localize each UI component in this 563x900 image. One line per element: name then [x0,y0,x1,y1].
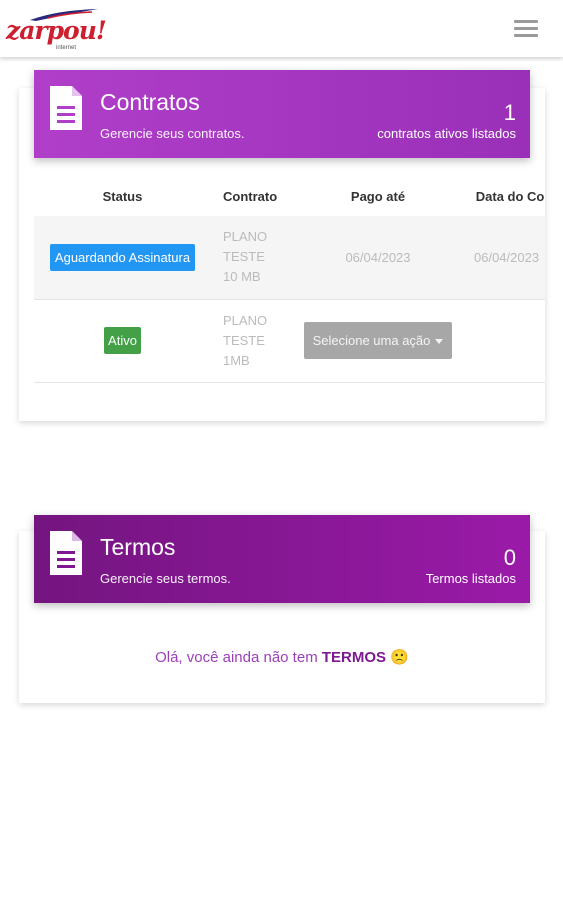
termos-card: Termos Gerencie seus termos. 0 Termos li… [19,515,545,703]
column-header-pago-ate: Pago até [350,188,406,204]
document-icon [50,531,82,575]
zarpou-logo[interactable]: zarpou! internet [6,8,107,52]
contratos-count-label: contratos ativos listados [377,126,516,141]
column-header-data-contrato: Data do Contrato [475,188,545,204]
contratos-card: Contratos Gerencie seus contratos. 1 con… [19,70,545,421]
plan-line: PLANO [223,229,268,245]
plan-line: TESTE [223,249,265,265]
table-row[interactable]: Ativo PLANO TESTE 1MB Selecione uma ação [34,299,545,383]
plan-line: 1MB [223,352,250,368]
column-header-contrato: Contrato [223,188,278,204]
status-cell: Aguardando Assinatura [34,216,211,300]
action-select-dropdown[interactable]: Selecione uma ação [303,322,453,359]
table-row[interactable]: Aguardando Assinatura PLANO TESTE 10 MB … [34,216,545,300]
plan-cell: PLANO TESTE 1MB [211,299,293,383]
contract-date-cell [463,299,545,383]
contratos-title: Contratos [100,89,200,115]
termos-empty-message: Olá, você ainda não tem TERMOS 🙁 [155,649,409,666]
contratos-count: 1 [503,100,516,125]
sad-face-icon: 🙁 [390,649,409,666]
caret-down-icon [435,339,444,345]
contratos-table-wrapper[interactable]: Status Contrato Pago até Data do Contrat… [34,176,545,386]
status-badge-aguardando: Aguardando Assinatura [49,243,196,271]
action-cell: Selecione uma ação [293,299,463,383]
termos-count: 0 [503,545,516,570]
plan-line: TESTE [223,332,265,348]
document-icon [50,86,82,130]
plan-line: 10 MB [223,269,261,285]
table-header-row: Status Contrato Pago até Data do Contrat… [34,176,545,216]
column-header-status: Status [102,188,143,204]
plan-line: PLANO [223,312,268,328]
status-cell: Ativo [34,299,211,383]
logo-subtext: internet [56,45,77,51]
contratos-banner: Contratos Gerencie seus contratos. 1 con… [34,70,530,158]
paid-until-cell: 06/04/2023 [293,216,463,300]
plan-cell: PLANO TESTE 10 MB [211,216,293,300]
termos-banner: Termos Gerencie seus termos. 0 Termos li… [34,515,530,603]
termos-subtitle: Gerencie seus termos. [100,571,231,586]
status-badge-ativo: Ativo [104,327,141,354]
contratos-subtitle: Gerencie seus contratos. [100,126,245,141]
termos-title: Termos [100,534,176,560]
hamburger-menu-icon[interactable] [514,20,540,38]
termos-count-label: Termos listados [425,571,516,586]
contratos-table: Status Contrato Pago até Data do Contrat… [34,176,545,383]
top-bar: zarpou! internet [0,0,563,57]
logo-text: zarpou! [6,16,107,45]
termos-empty-strong: TERMOS [321,649,387,666]
contract-date-cell: 06/04/2023 [463,216,545,300]
